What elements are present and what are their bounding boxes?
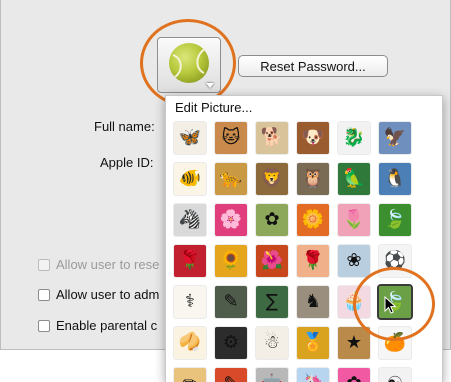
dog-icon: 🐶 <box>301 127 325 148</box>
picture-grid: 🦋🐱🐕🐶🐉🦅🐠🐆🦁🦉🦜🐧🦓🌸✿🌼🌷🍃🌹🌻🌺🌹❀⚽⚕✎∑♞🧁🍃🥠⚙☃🏅★🍊✏✎🤖🦄… <box>174 122 413 382</box>
medal-icon: 🏅 <box>301 332 325 353</box>
picture-tile[interactable]: 🥠 <box>174 327 206 359</box>
dandelion-icon: ✿ <box>264 209 280 230</box>
picture-tile[interactable]: 🦉 <box>297 163 329 195</box>
leaf-icon: 🍃 <box>383 209 407 230</box>
allow-admin-checkbox[interactable] <box>38 288 50 301</box>
highlight-circle-picture <box>140 19 236 107</box>
picture-tile[interactable]: 🌹 <box>174 245 206 277</box>
picture-tile[interactable]: 🌸 <box>215 204 247 236</box>
allow-admin-checkbox-row[interactable]: Allow user to adm <box>38 287 159 302</box>
allow-reset-checkbox <box>38 258 50 271</box>
chalkboard-icon: ✎ <box>223 291 239 312</box>
reset-password-button[interactable]: Reset Password... <box>238 55 388 77</box>
mouse-cursor-icon <box>384 296 397 314</box>
flower-icon: 🌸 <box>219 209 243 230</box>
allow-admin-label: Allow user to adm <box>56 287 160 302</box>
picture-tile[interactable]: 🦜 <box>338 163 370 195</box>
parental-controls-label: Enable parental c <box>56 318 158 333</box>
owl-icon: 🦉 <box>301 168 325 189</box>
leopard-icon: 🐆 <box>219 168 243 189</box>
sunflower-icon: 🌻 <box>219 250 243 271</box>
picture-tile[interactable]: 🌻 <box>215 245 247 277</box>
picture-tile[interactable]: ❀ <box>338 245 370 277</box>
dragonfly-icon: 🐉 <box>342 127 366 148</box>
picture-tile[interactable]: ★ <box>338 327 370 359</box>
picture-tile[interactable]: ⚕ <box>174 286 206 318</box>
gingerbread-icon: ☃ <box>263 332 281 353</box>
robot-icon: 🤖 <box>256 368 288 382</box>
picture-tile[interactable]: 🐶 <box>297 122 329 154</box>
picture-tile[interactable]: ♞ <box>297 286 329 318</box>
picture-tile[interactable]: 🐕 <box>256 122 288 154</box>
flower-icon: 🌺 <box>260 250 284 271</box>
gear-shift-icon: ⚙ <box>222 332 240 353</box>
parental-controls-checkbox[interactable] <box>38 319 50 332</box>
picture-tile[interactable]: 🌼 <box>297 204 329 236</box>
star-icon: ★ <box>345 332 363 353</box>
picture-tile[interactable]: 🤖 <box>256 368 288 382</box>
picture-tile[interactable]: 🌺 <box>256 245 288 277</box>
flower-icon: ✿ <box>338 368 370 382</box>
picture-tile[interactable]: ∑ <box>256 286 288 318</box>
lion-icon: 🦁 <box>260 168 284 189</box>
fortune-cookie-icon: 🥠 <box>178 332 202 353</box>
picture-tile[interactable]: ☃ <box>256 327 288 359</box>
caduceus-icon: ⚕ <box>185 291 195 312</box>
dandelion-icon: ❀ <box>346 250 362 271</box>
picture-tile[interactable]: ✏ <box>174 368 206 382</box>
picture-tile[interactable]: 🏅 <box>297 327 329 359</box>
full-name-label: Full name: <box>94 119 155 134</box>
chess-icon: ♞ <box>304 291 322 312</box>
picture-tile[interactable]: 🐱 <box>215 122 247 154</box>
picture-tile[interactable]: 🌹 <box>297 245 329 277</box>
picture-tile[interactable]: ⚙ <box>215 327 247 359</box>
allow-reset-label: Allow user to rese <box>56 257 160 272</box>
picture-tile[interactable]: 🐧 <box>379 163 411 195</box>
yin-yang-icon: ☯ <box>379 368 411 382</box>
parrot-icon: 🦜 <box>342 168 366 189</box>
picture-tile[interactable]: ✎ <box>215 368 247 382</box>
penguin-icon: 🐧 <box>383 168 407 189</box>
apple-id-label: Apple ID: <box>100 155 154 170</box>
picture-tile[interactable]: ☯ <box>379 368 411 382</box>
allow-reset-checkbox-row: Allow user to rese <box>38 257 159 272</box>
picture-tile[interactable]: 🦋 <box>174 122 206 154</box>
rose-icon: 🌹 <box>301 250 325 271</box>
pencil-icon: ✏ <box>174 368 206 382</box>
picture-tile[interactable]: 🐆 <box>215 163 247 195</box>
zebra-icon: 🦓 <box>178 209 202 230</box>
picture-tile[interactable]: 🦄 <box>297 368 329 382</box>
picture-tile[interactable]: 🐉 <box>338 122 370 154</box>
picture-tile[interactable]: 🐠 <box>174 163 206 195</box>
eagle-icon: 🦅 <box>383 127 407 148</box>
picture-tile[interactable]: 🦓 <box>174 204 206 236</box>
cat-icon: 🐱 <box>221 127 241 148</box>
flower-icon: 🌼 <box>301 209 325 230</box>
dog-icon: 🐕 <box>260 127 284 148</box>
edit-picture-menu-item[interactable]: Edit Picture... <box>175 100 252 115</box>
butterfly-icon: 🦋 <box>178 127 202 148</box>
chalkboard-icon: ∑ <box>265 291 279 312</box>
goldfish-icon: 🐠 <box>178 168 202 189</box>
picture-tile[interactable]: 🦁 <box>256 163 288 195</box>
rose-icon: 🌹 <box>178 250 202 271</box>
picture-tile[interactable]: ✿ <box>256 204 288 236</box>
parental-controls-checkbox-row[interactable]: Enable parental c <box>38 318 157 333</box>
pencils-icon: ✎ <box>215 368 247 382</box>
picture-tile[interactable]: 🦅 <box>379 122 411 154</box>
picture-tile[interactable]: ✿ <box>338 368 370 382</box>
unicorn-icon: 🦄 <box>297 368 329 382</box>
lotus-icon: 🌷 <box>342 209 366 230</box>
picture-tile[interactable]: ✎ <box>215 286 247 318</box>
picture-tile[interactable]: 🍃 <box>379 204 411 236</box>
picture-tile[interactable]: 🌷 <box>338 204 370 236</box>
